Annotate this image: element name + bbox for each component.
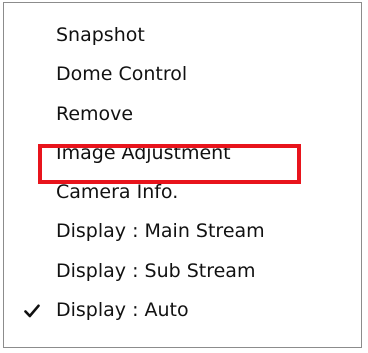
menu-item-label: Dome Control <box>56 63 188 86</box>
menu-item-camera-info[interactable]: Camera Info. <box>4 173 361 212</box>
menu-item-label: Display : Main Stream <box>56 220 265 243</box>
menu-item-remove[interactable]: Remove <box>4 95 361 134</box>
menu-item-label: Snapshot <box>56 24 145 46</box>
menu-item-label: Remove <box>56 102 134 125</box>
context-menu: Snapshot Dome Control Remove Image Adjus… <box>3 2 362 348</box>
menu-item-label: Display : Sub Stream <box>56 259 256 282</box>
menu-item-snapshot[interactable]: Snapshot <box>4 16 361 55</box>
menu-list: Snapshot Dome Control Remove Image Adjus… <box>4 16 361 330</box>
menu-item-image-adjustment[interactable]: Image Adjustment <box>4 134 361 173</box>
menu-item-label: Camera Info. <box>56 181 179 204</box>
checkmark-icon <box>24 291 46 330</box>
menu-item-display-auto[interactable]: Display : Auto <box>4 291 361 330</box>
menu-item-display-sub-stream[interactable]: Display : Sub Stream <box>4 252 361 291</box>
menu-item-dome-control[interactable]: Dome Control <box>4 55 361 94</box>
menu-item-label: Display : Auto <box>56 299 189 322</box>
menu-item-display-main-stream[interactable]: Display : Main Stream <box>4 212 361 251</box>
menu-item-label: Image Adjustment <box>56 141 231 164</box>
